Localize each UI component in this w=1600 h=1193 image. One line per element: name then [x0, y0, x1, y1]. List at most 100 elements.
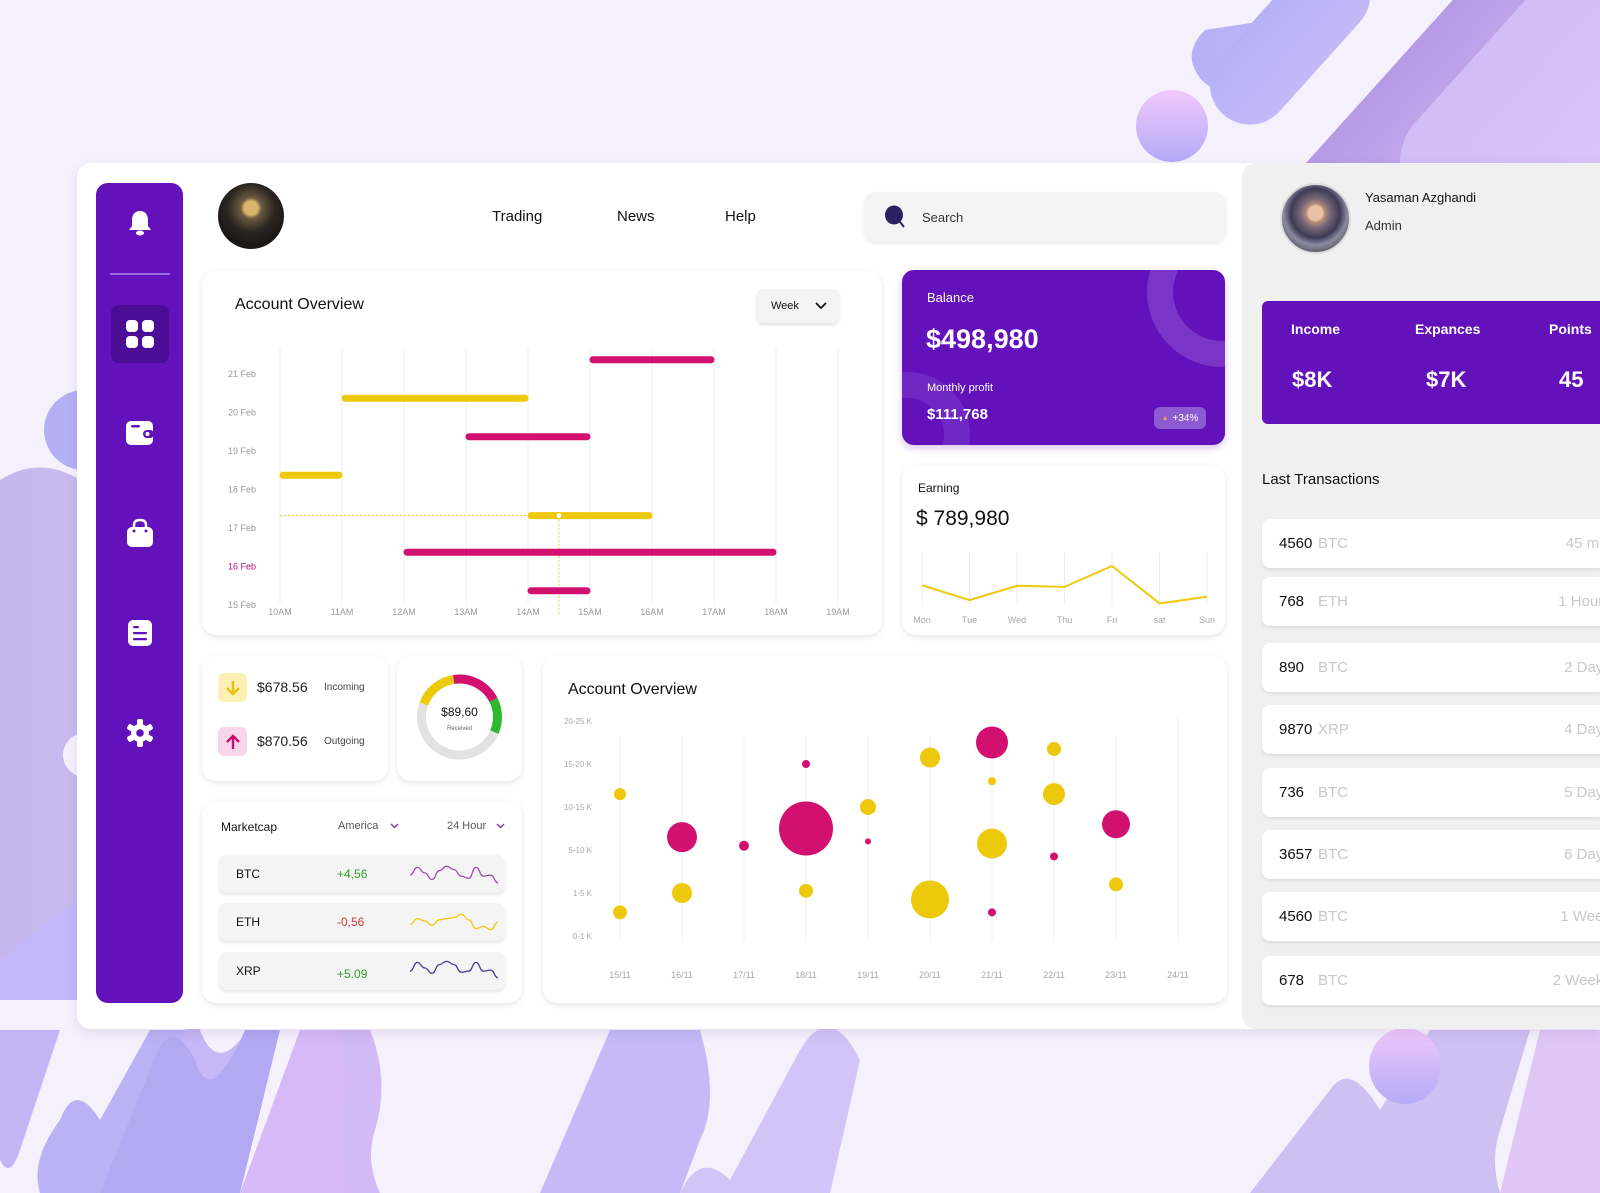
- monthly-profit-amount: $111,768: [927, 406, 988, 423]
- transaction-amount: 9870: [1279, 721, 1313, 738]
- transaction-row[interactable]: 890 BTC 2 Days ago: [1262, 643, 1600, 692]
- bubble-x-tick: 22/11: [1043, 970, 1065, 980]
- stat-value-income: $8K: [1292, 367, 1333, 392]
- gantt-x-tick: 18AM: [764, 607, 788, 617]
- transaction-amount: 678: [1279, 972, 1305, 989]
- gantt-x-tick: 11AM: [331, 607, 354, 617]
- sidebar-item-settings[interactable]: [96, 705, 183, 761]
- bubble-point: [1102, 810, 1130, 839]
- bubble-point: [977, 828, 1007, 859]
- bubble-x-tick: 23/11: [1105, 970, 1127, 980]
- gantt-x-tick: 14AM: [516, 607, 540, 617]
- stat-label-income: Income: [1291, 321, 1341, 337]
- bubble-point: [802, 760, 810, 768]
- gantt-y-tick: 16 Feb: [228, 562, 256, 572]
- transaction-row[interactable]: 4560 BTC 1 Week ago: [1262, 892, 1600, 941]
- transaction-coin: ETH: [1318, 593, 1348, 610]
- marketcap-row[interactable]: ETH -0,56: [219, 903, 505, 941]
- bubble-y-tick: 10-15 K: [564, 803, 593, 812]
- balance-card: Balance $498,980 Monthly profit $111,768…: [902, 270, 1225, 445]
- transaction-row[interactable]: 768 ETH 1 Hours ago: [1262, 577, 1600, 626]
- bubble-point: [613, 905, 627, 920]
- transaction-time: 45 min ago: [1565, 535, 1600, 552]
- nav-help[interactable]: Help: [725, 208, 756, 225]
- bubble-x-tick: 16/11: [671, 970, 693, 980]
- marketcap-card: Marketcap America 24 Hour BTC +4,56 ETH …: [202, 801, 522, 1003]
- search-icon[interactable]: [884, 205, 908, 229]
- bubble-point: [988, 908, 996, 917]
- sidebar-item-shop[interactable]: [96, 505, 183, 561]
- sidebar-item-notifications[interactable]: [96, 195, 183, 251]
- transaction-amount: 768: [1279, 593, 1305, 610]
- bubble-point: [911, 880, 949, 919]
- bubble-point: [667, 822, 697, 853]
- transaction-time: 1 Week ago: [1560, 908, 1600, 925]
- gantt-y-tick: 21 Feb: [228, 369, 256, 379]
- incoming-amount: $678.56: [257, 679, 308, 695]
- transaction-coin: BTC: [1318, 908, 1348, 925]
- stats-card: Income $8K Expances $7K Points 45: [1262, 301, 1600, 424]
- sidebar-item-documents[interactable]: [96, 605, 183, 661]
- transaction-row[interactable]: 4560 BTC 45 min ago: [1262, 519, 1600, 568]
- brand-logo-avatar[interactable]: [218, 183, 284, 249]
- coin-symbol: ETH: [236, 915, 260, 929]
- transaction-row[interactable]: 678 BTC 2 Weeks ago: [1262, 956, 1600, 1005]
- period-select-24h[interactable]: 24 Hour: [447, 820, 505, 832]
- bubble-x-tick: 24/11: [1167, 970, 1189, 980]
- bubble-point: [976, 726, 1008, 759]
- bubble-point: [672, 883, 692, 903]
- search-input[interactable]: [922, 209, 1098, 225]
- gantt-x-tick: 16AM: [640, 607, 664, 617]
- balance-amount: $498,980: [926, 324, 1039, 354]
- gantt-x-tick: 13AM: [454, 607, 478, 617]
- chevron-down-icon: [390, 823, 399, 829]
- sidebar-item-dashboard[interactable]: [111, 305, 169, 363]
- incoming-icon-box: [218, 673, 247, 702]
- region-select[interactable]: America: [338, 820, 399, 832]
- marketcap-row[interactable]: XRP +5.09: [219, 952, 505, 990]
- earning-x-tick: Tue: [962, 615, 977, 625]
- sidebar-item-wallet[interactable]: [96, 405, 183, 461]
- bubble-y-tick: 0-1 K: [573, 932, 593, 941]
- gantt-y-tick: 20 Feb: [228, 408, 256, 418]
- balance-label: Balance: [927, 290, 974, 305]
- nav-trading[interactable]: Trading: [492, 208, 542, 225]
- nav-news[interactable]: News: [617, 208, 655, 225]
- transaction-time: 6 Days ago: [1564, 846, 1600, 863]
- profile-name: Yasaman Azghandi: [1365, 190, 1477, 205]
- wallet-icon: [125, 421, 154, 445]
- gantt-y-tick: 17 Feb: [228, 523, 256, 533]
- arrow-down-icon: [225, 680, 240, 696]
- transaction-row[interactable]: 736 BTC 5 Days ago: [1262, 768, 1600, 817]
- last-transactions-title: Last Transactions: [1262, 471, 1380, 488]
- donut-slice-magenta: [453, 674, 498, 703]
- gantt-x-tick: 10AM: [268, 607, 292, 617]
- bubble-y-tick: 15-20 K: [564, 760, 593, 769]
- marketcap-row[interactable]: BTC +4,56: [219, 855, 505, 893]
- bubble-point: [920, 747, 940, 768]
- stat-value-points: 45: [1559, 367, 1584, 392]
- search-bar: [864, 192, 1226, 242]
- gantt-y-tick: 19 Feb: [228, 446, 256, 456]
- bubble-point: [988, 777, 996, 786]
- bubble-point: [860, 799, 876, 815]
- grid-icon: [126, 320, 154, 348]
- bell-icon: [128, 211, 151, 236]
- shopping-bag-icon: [126, 518, 153, 547]
- profit-change-badge: ▲ +34%: [1154, 407, 1206, 429]
- sparkline: [409, 913, 499, 931]
- transaction-row[interactable]: 9870 XRP 4 Days ago: [1262, 705, 1600, 754]
- bubble-chart: 15/11 16/11 17/11 18/11 19/11 20/11 21/11 22/11…: [564, 716, 1189, 980]
- profile-avatar[interactable]: [1280, 183, 1351, 254]
- account-overview-bubble-card: Account Overview 15/11 16/11 17/11 18/11 19/…: [543, 656, 1227, 1003]
- bubble-x-tick: 18/11: [795, 970, 817, 980]
- bubble-x-tick: 20/11: [919, 970, 941, 980]
- bubble-y-tick: 5-10 K: [568, 846, 592, 855]
- transaction-row[interactable]: 3657 BTC 6 Days ago: [1262, 830, 1600, 879]
- received-label: Received: [446, 726, 472, 732]
- bubble-point: [1047, 741, 1061, 756]
- earning-x-tick: Thu: [1057, 615, 1073, 625]
- donut-slice-yellow: [419, 675, 455, 706]
- marketcap-title: Marketcap: [221, 820, 278, 834]
- bubble-point: [1109, 877, 1123, 892]
